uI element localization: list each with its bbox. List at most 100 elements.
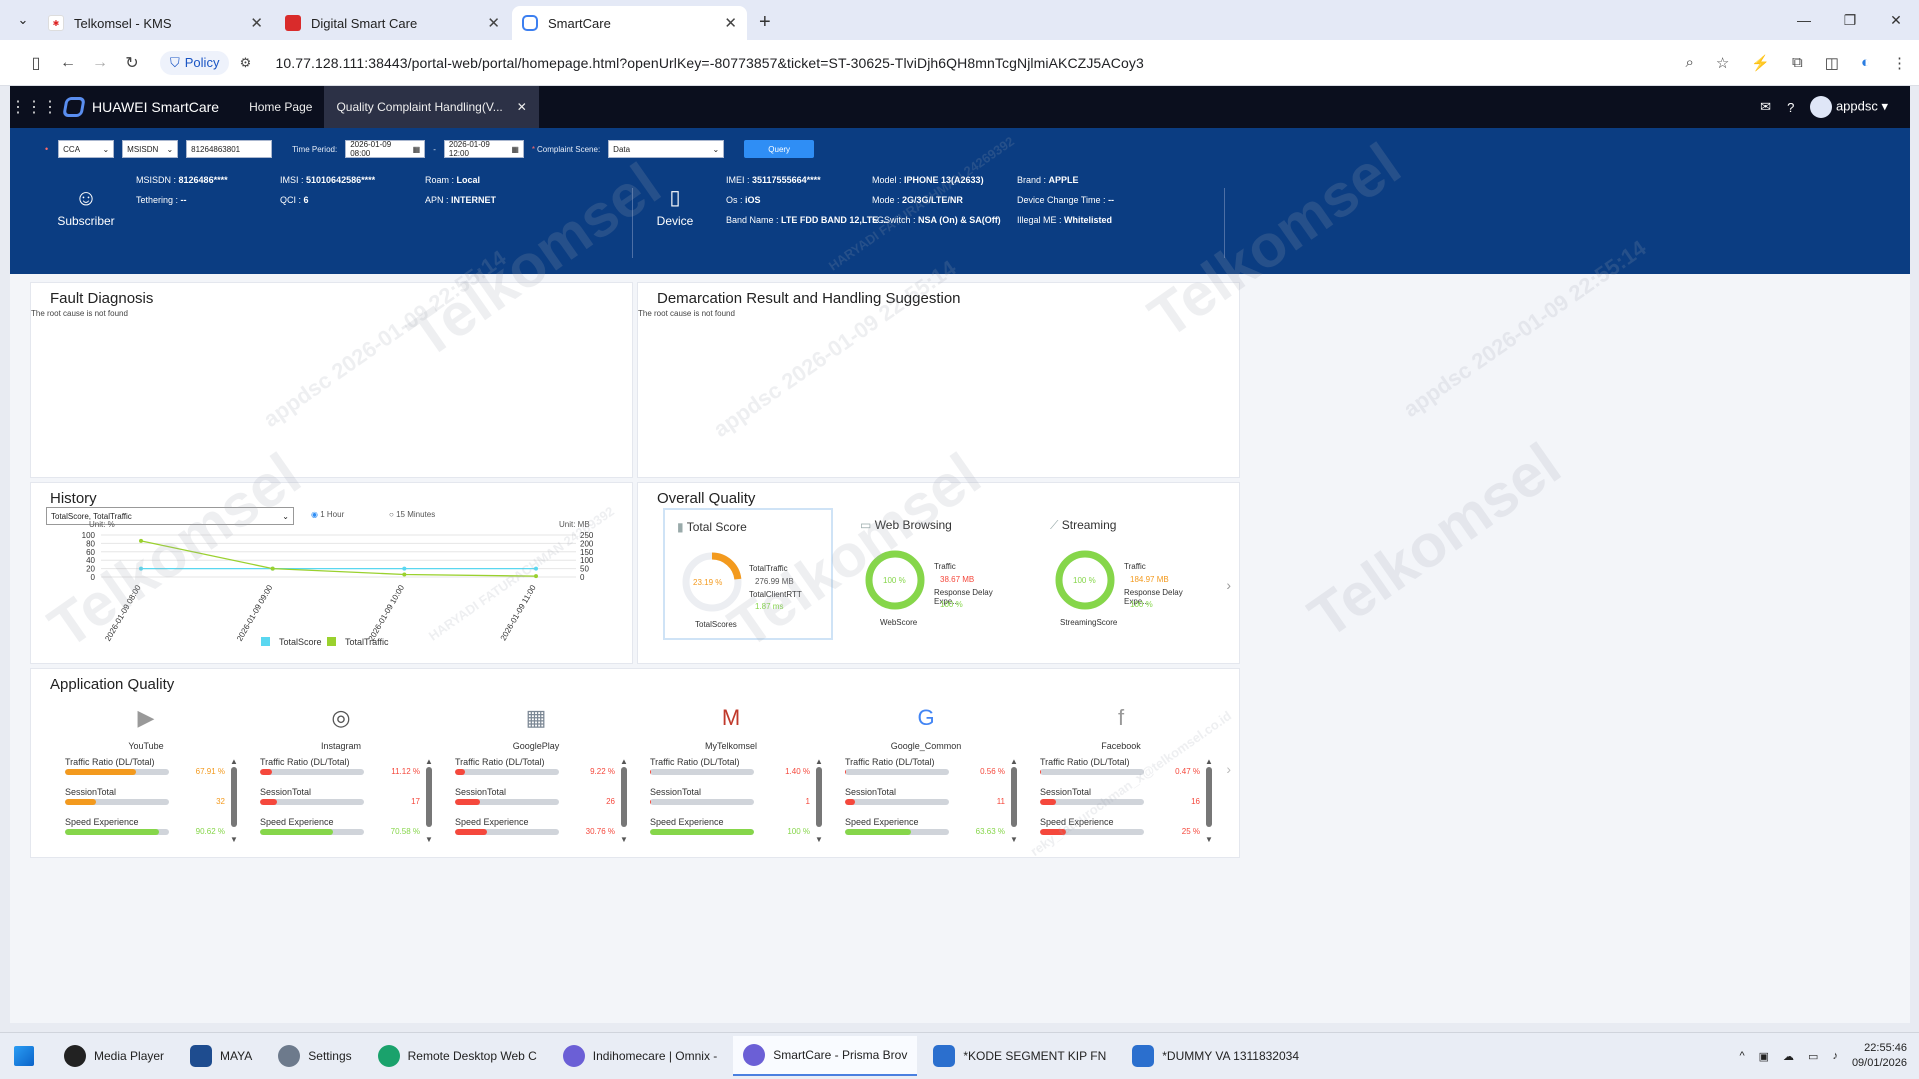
screenshot-icon[interactable]: ◫: [1825, 54, 1839, 72]
taskbar-item-settings[interactable]: Settings: [268, 1036, 361, 1076]
progress-bar: [650, 829, 754, 835]
tab-digital-smart-care[interactable]: Digital Smart Care ✕: [275, 6, 510, 40]
close-tab-icon[interactable]: ✕: [250, 14, 263, 32]
radio-1-hour[interactable]: ◉ 1 Hour: [311, 510, 344, 519]
scrollbar[interactable]: ▲ ▼: [1205, 757, 1213, 847]
tab-list-chevron-icon[interactable]: ⌄: [8, 5, 38, 35]
reload-icon[interactable]: ↻: [116, 53, 148, 73]
session-total-metric: SessionTotal 17: [260, 787, 420, 806]
app-item-youtube[interactable]: ▶ YouTube Traffic Ratio (DL/Total) 67.91 % S…: [31, 699, 238, 859]
app-grid-icon[interactable]: ⋮⋮⋮: [10, 97, 58, 117]
progress-bar: [65, 769, 169, 775]
policy-badge[interactable]: ⛉ Policy: [160, 50, 230, 75]
sidebar-toggle-icon[interactable]: ▯: [20, 53, 52, 73]
web-browsing-panel[interactable]: ▭ Web Browsing 100 % Traffic 38.67 MB Re…: [848, 508, 1018, 638]
total-score-panel[interactable]: ▮ Total Score 23.19 % TotalTraffic 276.9…: [663, 508, 833, 640]
zoom-icon[interactable]: ⌕: [1685, 54, 1693, 72]
chevron-up-icon[interactable]: ^: [1739, 1050, 1744, 1062]
tab-smartcare[interactable]: SmartCare ✕: [512, 6, 747, 40]
metric-label: Speed Experience: [65, 817, 139, 827]
display-icon[interactable]: ▭: [1808, 1050, 1818, 1063]
help-icon[interactable]: ?: [1787, 100, 1794, 115]
app-item-mytelkomsel[interactable]: M MyTelkomsel Traffic Ratio (DL/Total) 1.40…: [616, 699, 823, 859]
close-window-icon[interactable]: ✕: [1873, 0, 1919, 40]
app-item-google_common[interactable]: G Google_Common Traffic Ratio (DL/Total) 0.…: [811, 699, 1018, 859]
traffic-ratio-metric: Traffic Ratio (DL/Total) 0.56 %: [845, 757, 1005, 776]
traffic-ratio-metric: Traffic Ratio (DL/Total) 1.40 %: [650, 757, 810, 776]
progress-bar: [1040, 799, 1144, 805]
scroll-up-icon[interactable]: ▲: [1205, 757, 1213, 766]
site-settings-icon[interactable]: ⚙: [229, 55, 261, 71]
copilot-icon[interactable]: ◐: [1861, 54, 1870, 72]
taskbar-item-remote-desktop[interactable]: Remote Desktop Web C: [368, 1036, 547, 1076]
progress-bar: [455, 769, 559, 775]
id-type-select[interactable]: MSISDN ⌄: [122, 140, 179, 158]
nav-home-page[interactable]: Home Page: [237, 86, 324, 128]
end-time-input[interactable]: 2026-01-09 12:00 ▦: [443, 140, 524, 158]
metric-value: 67.91 %: [195, 767, 225, 776]
close-icon[interactable]: ✕: [517, 100, 527, 114]
streaming-panel[interactable]: ⟋ Streaming 100 % Traffic 184.97 MB Resp…: [1038, 508, 1208, 638]
mail-icon[interactable]: ✉: [1760, 99, 1771, 115]
cloud-icon[interactable]: ☁: [1783, 1050, 1794, 1063]
taskbar-item-smartcare[interactable]: SmartCare - Prisma Brov: [733, 1036, 918, 1076]
next-arrow-icon[interactable]: ›: [1226, 761, 1231, 777]
query-panel: • CCA ⌄ MSISDN ⌄ 81264863801 Time Period: …: [10, 128, 1910, 274]
app-name: GooglePlay: [512, 741, 560, 751]
web-traffic-value: 38.67 MB: [940, 575, 975, 584]
query-button[interactable]: Query: [744, 140, 815, 158]
taskbar-item-kode-segment[interactable]: *KODE SEGMENT KIP FN: [923, 1036, 1116, 1076]
speaker-icon[interactable]: ♪: [1832, 1050, 1838, 1062]
illegal-me-value: Whitelisted: [1064, 215, 1113, 225]
star-icon[interactable]: ☆: [1716, 54, 1729, 72]
brand-name: HUAWEI SmartCare: [92, 99, 220, 115]
app-item-instagram[interactable]: ◎ Instagram Traffic Ratio (DL/Total) 11.12 …: [226, 699, 433, 859]
user-menu[interactable]: appdsc ▾: [1810, 96, 1888, 118]
extension-bolt-icon[interactable]: ⚡: [1751, 54, 1770, 72]
nav-quality-complaint[interactable]: Quality Complaint Handling(V... ✕: [324, 86, 539, 128]
complaint-scene-select[interactable]: Data ⌄: [608, 140, 725, 158]
session-total-metric: SessionTotal 1: [650, 787, 810, 806]
next-arrow-icon[interactable]: ›: [1226, 577, 1231, 593]
minimize-icon[interactable]: —: [1781, 0, 1827, 40]
metric-value: 90.62 %: [195, 827, 225, 836]
metric-value: 16: [1191, 797, 1200, 806]
subscriber-title: Subscriber: [57, 214, 115, 228]
taskbar-item-media-player[interactable]: Media Player: [54, 1036, 174, 1076]
progress-fill: [65, 799, 97, 805]
metric-label: Traffic Ratio (DL/Total): [65, 757, 155, 767]
metric-label: Speed Experience: [455, 817, 529, 827]
extensions-icon[interactable]: ⧉: [1792, 54, 1803, 72]
device-col3: Brand : APPLE Device Change Time : -- Il…: [1017, 175, 1115, 225]
device-section: ▯ Device: [650, 186, 700, 228]
query-type-select[interactable]: CCA ⌄: [58, 140, 115, 158]
taskbar-item-maya[interactable]: MAYA: [180, 1036, 262, 1076]
metric-label: Speed Experience: [260, 817, 334, 827]
start-windows-icon[interactable]: [0, 1036, 48, 1076]
y-left-tick: 40: [86, 556, 95, 565]
scroll-down-icon[interactable]: ▼: [1205, 835, 1213, 844]
metric-value: 9.22 %: [590, 767, 615, 776]
radio-15-min[interactable]: ○ 15 Minutes: [389, 510, 435, 519]
url-field[interactable]: 10.77.128.111:38443/portal-web/portal/ho…: [275, 55, 1143, 71]
close-tab-icon[interactable]: ✕: [724, 14, 737, 32]
msisdn-input[interactable]: 81264863801: [186, 140, 273, 158]
clock[interactable]: 22:55:46 09/01/2026: [1852, 1041, 1907, 1071]
scroll-thumb[interactable]: [1206, 767, 1212, 827]
forward-arrow-icon[interactable]: →: [84, 54, 116, 72]
start-time-input[interactable]: 2026-01-09 08:00 ▦: [345, 140, 426, 158]
app-tray-icon[interactable]: ▣: [1759, 1050, 1769, 1063]
restore-icon[interactable]: ❐: [1827, 0, 1873, 40]
calendar-icon: ▦: [511, 144, 519, 154]
app-item-googleplay[interactable]: ▦ GooglePlay Traffic Ratio (DL/Total) 9.22 …: [421, 699, 628, 859]
new-tab-plus-icon[interactable]: +: [759, 11, 771, 34]
taskbar-item-indihomecare[interactable]: Indihomecare | Omnix -: [553, 1036, 728, 1076]
clock-time: 22:55:46: [1864, 1042, 1907, 1054]
close-tab-icon[interactable]: ✕: [487, 14, 500, 32]
tab-telkomsel-kms[interactable]: ✱ Telkomsel - KMS ✕: [38, 6, 273, 40]
radio-checked-icon: ◉: [311, 510, 318, 519]
app-item-facebook[interactable]: f Facebook Traffic Ratio (DL/Total) 0.47 % S…: [1006, 699, 1213, 859]
menu-dots-icon[interactable]: ⋮: [1892, 54, 1907, 72]
back-arrow-icon[interactable]: ←: [52, 54, 84, 72]
taskbar-item-dummy-va[interactable]: *DUMMY VA 1311832034: [1122, 1036, 1309, 1076]
